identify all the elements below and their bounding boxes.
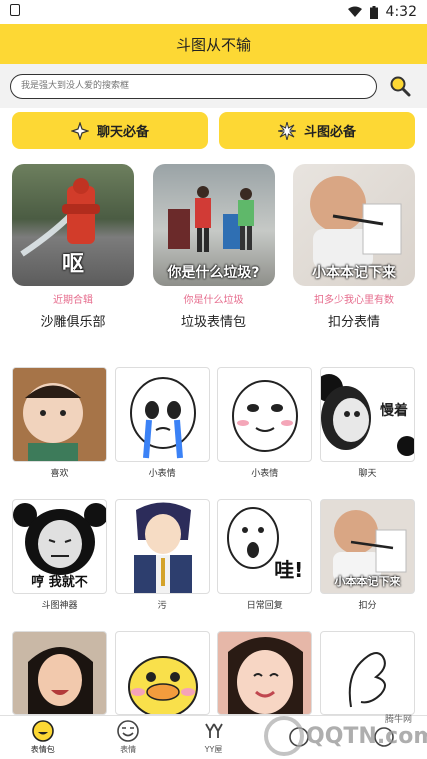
nav-item-yy[interactable]: YY屋: [171, 716, 256, 759]
anime-character-illustration: [133, 502, 192, 593]
category-buttons: 聊天必备 斗图必备: [0, 112, 427, 156]
sticker-grid-row: 喜欢 小表情 小表情 慢着 聊天: [12, 367, 415, 479]
smiling-girl-illustration: [228, 637, 304, 714]
featured-image: 呕: [12, 164, 134, 286]
sticker-label: 喜欢: [50, 469, 69, 479]
featured-caption: 你是什么垃圾?: [167, 265, 260, 281]
extra-icon: [289, 726, 309, 747]
chat-essentials-label: 聊天必备: [96, 125, 149, 140]
nav-item-emoji[interactable]: 表情: [85, 716, 170, 759]
wifi-icon: [347, 6, 362, 17]
sticker-grid-row: [12, 631, 415, 715]
sticker-caption: 慢着: [379, 403, 408, 419]
sticker-label: 小表情: [251, 469, 279, 479]
sticker-label: 聊天: [358, 469, 377, 479]
sticker-caption: 小本本记下来: [334, 575, 401, 588]
sticker-label: 日常回复: [246, 601, 283, 611]
sticker-pack-item[interactable]: 小表情: [217, 367, 313, 479]
sticker-pack-item[interactable]: 哼 我就不 斗图神器: [12, 499, 107, 611]
yy-house-icon: [204, 723, 223, 738]
sticker-thumbnail: 慢着: [319, 367, 415, 462]
nav-item-extra[interactable]: [256, 716, 341, 759]
search-icon: [390, 76, 411, 97]
featured-title: 沙雕俱乐部: [40, 315, 106, 330]
hand-gesture-illustration: [348, 652, 386, 708]
featured-image: 你是什么垃圾?: [152, 164, 275, 286]
status-right: 4:32: [347, 4, 417, 20]
extra-icon: [374, 726, 395, 747]
nav-label: 表情: [120, 745, 137, 754]
featured-title: 垃圾表情包: [180, 315, 246, 330]
sticker-label: 斗图神器: [41, 601, 78, 611]
sticker-thumbnail: [319, 631, 415, 715]
nav-item-stickers[interactable]: 表情包: [0, 716, 85, 759]
bottom-navigation: 表情包 表情 YY屋: [0, 715, 427, 759]
featured-subtitle: 你是什么垃圾: [183, 295, 244, 306]
sticker-thumbnail: [114, 631, 210, 715]
page-title: 斗图从不输: [175, 35, 251, 54]
status-left: [10, 4, 348, 20]
featured-card[interactable]: 小本本记下来 扣多少我心里有数 扣分表情: [293, 164, 415, 330]
sticker-pack-item[interactable]: 小本本记下来 扣分: [319, 499, 415, 611]
sticker-grid-row: 哼 我就不 斗图神器 污 哇! 日常回复 小本本记下来 扣分: [12, 499, 415, 611]
notification-icon: [10, 4, 20, 16]
baby-face-illustration: [13, 368, 106, 461]
sticker-thumbnail: 哇!: [217, 499, 313, 594]
nav-label: 表情包: [30, 745, 55, 754]
featured-title: 扣分表情: [327, 315, 380, 330]
featured-caption: 呕: [61, 252, 84, 277]
app-header: 斗图从不输: [0, 24, 427, 64]
battery-icon: [369, 5, 378, 19]
crying-girl-illustration: [28, 647, 93, 714]
sticker-pack-item[interactable]: 慢着 聊天: [319, 367, 415, 479]
smiley-face-icon: [31, 720, 54, 742]
sticker-thumbnail: [114, 499, 210, 594]
status-bar: 4:32: [0, 0, 427, 24]
sticker-pack-item[interactable]: 小表情: [114, 367, 210, 479]
featured-card[interactable]: 你是什么垃圾? 你是什么垃圾 垃圾表情包: [152, 164, 275, 330]
featured-subtitle: 扣多少我心里有数: [314, 295, 394, 306]
sticker-caption: 哇!: [274, 558, 304, 582]
featured-card[interactable]: 呕 近期合辑 沙雕俱乐部: [12, 164, 134, 330]
featured-caption: 小本本记下来: [312, 265, 396, 281]
featured-collections: 呕 近期合辑 沙雕俱乐部 你是什么垃圾? 你是什么垃圾 垃圾表情包 小本本记下来…: [12, 164, 415, 330]
sticker-thumbnail: [12, 631, 107, 715]
sticker-label: 污: [157, 601, 167, 611]
search-button[interactable]: [383, 69, 417, 103]
nav-label: YY屋: [204, 745, 223, 754]
sticker-pack-item[interactable]: [12, 631, 107, 715]
emoji-face-icon: [117, 720, 139, 742]
sticker-pack-item[interactable]: [319, 631, 415, 715]
yellow-duck-illustration: [127, 656, 198, 714]
sticker-pack-item[interactable]: 哇! 日常回复: [217, 499, 313, 611]
chat-essentials-button[interactable]: 聊天必备: [12, 112, 208, 149]
sticker-thumbnail: [12, 367, 107, 462]
sticker-label: 小表情: [148, 469, 176, 479]
sticker-thumbnail: 小本本记下来: [319, 499, 415, 594]
sticker-thumbnail: [217, 631, 313, 715]
burst-icon: [277, 121, 296, 140]
sparkle-icon: [70, 121, 89, 140]
sticker-label: 扣分: [358, 601, 377, 611]
meme-battle-label: 斗图必备: [303, 125, 356, 140]
status-time: 4:32: [385, 4, 417, 20]
crying-face-illustration: [129, 377, 196, 459]
featured-image: 小本本记下来: [293, 164, 415, 286]
sticker-pack-item[interactable]: 污: [114, 499, 210, 611]
meme-battle-button[interactable]: 斗图必备: [219, 112, 415, 149]
search-input[interactable]: [10, 73, 377, 99]
nav-item-extra[interactable]: [342, 716, 427, 759]
sticker-thumbnail: [217, 367, 313, 462]
search-bar: [0, 64, 427, 108]
featured-subtitle: 近期合辑: [53, 295, 93, 306]
sticker-caption: 哼 我就不: [31, 575, 88, 590]
sticker-thumbnail: [114, 367, 210, 462]
sticker-pack-item[interactable]: [217, 631, 313, 715]
sticker-pack-item[interactable]: 喜欢: [12, 367, 107, 479]
sticker-pack-item[interactable]: [114, 631, 210, 715]
sticker-thumbnail: 哼 我就不: [12, 499, 107, 594]
smug-face-illustration: [232, 380, 299, 452]
